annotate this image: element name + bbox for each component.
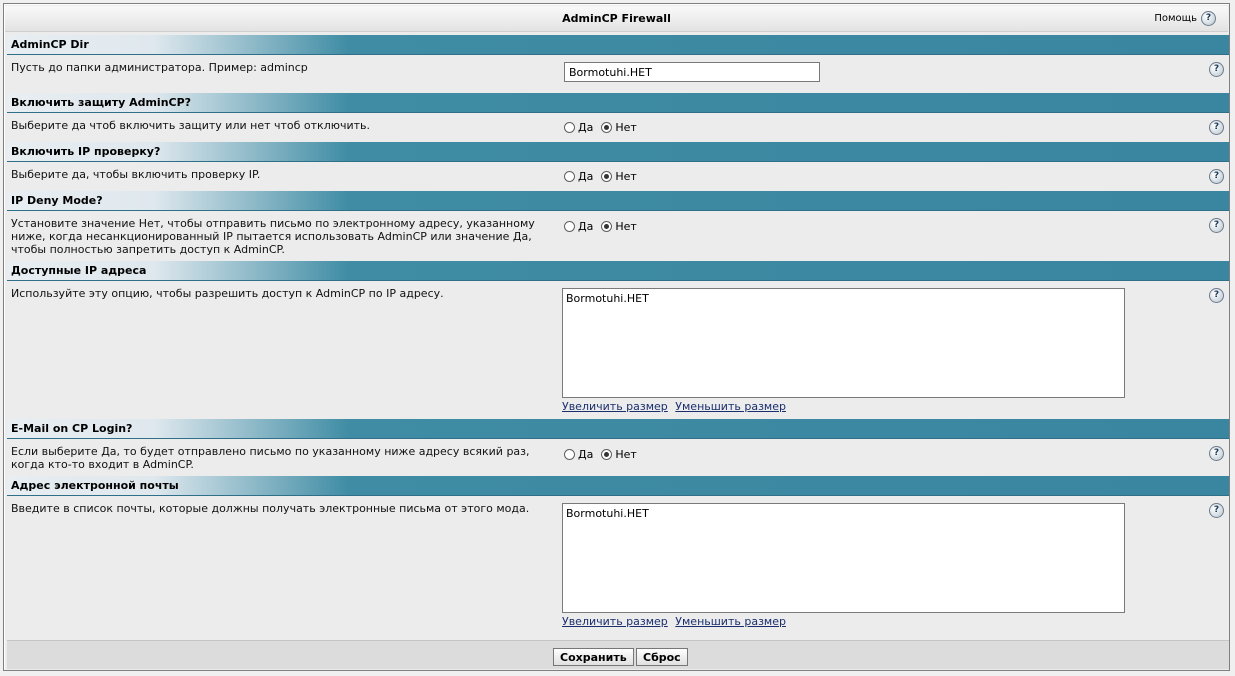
row-description: Установите значение Нет, чтобы отправить… <box>11 217 535 256</box>
row-description: Выберите да, чтобы включить проверку IP. <box>11 168 261 181</box>
enlarge-link[interactable]: Увеличить размер <box>562 615 668 628</box>
help-icon[interactable]: ? <box>1209 169 1224 184</box>
section-head-email-address: Адрес электронной почты <box>7 476 1229 496</box>
help-icon[interactable]: ? <box>1201 11 1216 26</box>
section-head-allowed-ips: Доступные IP адреса <box>7 261 1229 281</box>
row-enable-protection: Выберите да чтоб включить защиту или нет… <box>7 114 1229 141</box>
radio-yes-label: Да <box>578 170 594 183</box>
radio-no-label: Нет <box>615 170 637 183</box>
section-head-enable-protection: Включить защиту AdminCP? <box>7 93 1229 113</box>
radio-no[interactable] <box>601 122 613 133</box>
help-icon[interactable]: ? <box>1209 62 1224 77</box>
row-email-address: Введите в список почты, которые должны п… <box>7 497 1229 639</box>
row-description: Пусть до папки администратора. Пример: a… <box>11 61 308 74</box>
radio-no-label: Нет <box>615 448 637 461</box>
row-ip-check: Выберите да, чтобы включить проверку IP.… <box>7 163 1229 190</box>
section-head-ip-deny-mode: IP Deny Mode? <box>7 191 1229 211</box>
radio-no[interactable] <box>601 171 613 182</box>
radio-yes[interactable] <box>564 122 575 133</box>
help-label: Помощь <box>1154 13 1197 24</box>
email-address-textarea[interactable]: Bormotuhi.HET <box>562 503 1125 613</box>
row-description: Используйте эту опцию, чтобы разрешить д… <box>11 287 444 300</box>
save-button[interactable]: Сохранить <box>553 648 634 666</box>
allowed-ips-textarea[interactable]: Bormotuhi.HET <box>562 288 1125 398</box>
enlarge-link[interactable]: Увеличить размер <box>562 400 668 413</box>
section-head-admincp-dir: AdminCP Dir <box>7 35 1229 55</box>
radio-no[interactable] <box>601 221 613 232</box>
form-footer: Сохранить Сброс <box>7 640 1229 669</box>
row-description: Если выберите Да, то будет отправлено пи… <box>11 445 530 471</box>
help-link[interactable]: Помощь ? <box>1154 11 1216 26</box>
help-icon[interactable]: ? <box>1209 288 1224 303</box>
row-description: Введите в список почты, которые должны п… <box>11 502 530 515</box>
help-icon[interactable]: ? <box>1209 446 1224 461</box>
help-icon[interactable]: ? <box>1209 218 1224 233</box>
radio-no-label: Нет <box>615 220 637 233</box>
row-ip-deny-mode: Установите значение Нет, чтобы отправить… <box>7 212 1229 260</box>
shrink-link[interactable]: Уменьшить размер <box>675 400 786 413</box>
section-head-email-on-login: E-Mail on CP Login? <box>7 419 1229 439</box>
section-head-ip-check: Включить IP проверку? <box>7 142 1229 162</box>
admincp-dir-input[interactable] <box>564 62 820 82</box>
reset-button[interactable]: Сброс <box>636 648 688 666</box>
help-icon[interactable]: ? <box>1209 120 1224 135</box>
radio-yes-label: Да <box>578 448 594 461</box>
row-email-on-login: Если выберите Да, то будет отправлено пи… <box>7 440 1229 475</box>
help-icon[interactable]: ? <box>1209 503 1224 518</box>
radio-no-label: Нет <box>615 121 637 134</box>
radio-no[interactable] <box>601 449 613 460</box>
radio-yes-label: Да <box>578 121 594 134</box>
page-title: AdminCP Firewall <box>562 12 671 25</box>
radio-yes[interactable] <box>564 449 575 460</box>
panel-title-bar: AdminCP Firewall Помощь ? <box>5 6 1228 32</box>
radio-yes[interactable] <box>564 171 575 182</box>
row-allowed-ips: Используйте эту опцию, чтобы разрешить д… <box>7 282 1229 418</box>
radio-yes-label: Да <box>578 220 594 233</box>
radio-yes[interactable] <box>564 221 575 232</box>
row-admincp-dir: Пусть до папки администратора. Пример: a… <box>7 56 1229 92</box>
shrink-link[interactable]: Уменьшить размер <box>675 615 786 628</box>
row-description: Выберите да чтоб включить защиту или нет… <box>11 119 371 132</box>
